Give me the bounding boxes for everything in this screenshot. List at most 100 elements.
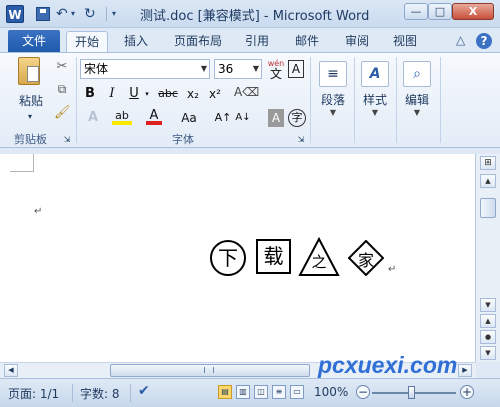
- paragraph-icon: ≡: [319, 61, 347, 87]
- font-size-value: 36: [218, 62, 234, 76]
- select-browse-object-icon[interactable]: ●: [480, 330, 496, 344]
- font-size-combo[interactable]: 36 ▼: [214, 59, 262, 79]
- page-corner-mark: [10, 154, 34, 172]
- grow-font-button[interactable]: A↑: [214, 109, 232, 127]
- group-separator: [310, 57, 311, 143]
- scroll-left-icon[interactable]: ◀: [4, 364, 18, 377]
- format-painter-icon[interactable]: 🖌: [54, 105, 71, 121]
- tab-home[interactable]: 开始: [66, 31, 108, 52]
- status-bar: 页面: 1/1 字数: 8 ✔ ▤ ▥ ◫ ≡ ▭ 100% − +: [0, 378, 500, 407]
- undo-dropdown-icon[interactable]: ▾: [71, 6, 75, 22]
- outline-view-icon[interactable]: ≡: [272, 385, 286, 399]
- full-screen-reading-view-icon[interactable]: ▥: [236, 385, 250, 399]
- ribbon: 粘贴 ▾ ✂ ⧉ 🖌 剪贴板 ⇲ 宋体 ▼ 36 ▼ wén 文 A B I U…: [0, 52, 500, 148]
- tab-references[interactable]: 引用: [240, 31, 274, 52]
- ribbon-tab-bar: 文件 开始 插入 页面布局 引用 邮件 审阅 视图 △ ?: [0, 28, 500, 52]
- character-border-icon[interactable]: A: [288, 60, 304, 78]
- enclosed-char-diamond[interactable]: 家: [348, 240, 384, 276]
- enclose-characters-icon[interactable]: 字: [288, 109, 306, 127]
- font-launcher-icon[interactable]: ⇲: [296, 132, 306, 148]
- copy-icon[interactable]: ⧉: [54, 81, 70, 97]
- next-page-icon[interactable]: ▼: [480, 346, 496, 360]
- zoom-in-button[interactable]: +: [460, 385, 474, 399]
- tab-mailings[interactable]: 邮件: [290, 31, 324, 52]
- phonetic-guide-icon[interactable]: wén 文: [266, 59, 286, 80]
- page-count[interactable]: 页面: 1/1: [8, 385, 59, 402]
- paste-button[interactable]: [12, 57, 46, 97]
- superscript-button[interactable]: x²: [206, 85, 224, 103]
- text-effects-icon[interactable]: A: [84, 109, 102, 127]
- paste-label[interactable]: 粘贴: [14, 93, 48, 109]
- underline-dropdown-icon[interactable]: ▾: [142, 85, 152, 103]
- cut-icon[interactable]: ✂: [54, 59, 70, 75]
- quick-access-separator: [106, 7, 107, 21]
- enclosed-char-triangle[interactable]: 之: [298, 237, 340, 277]
- collapse-ribbon-icon[interactable]: △: [456, 33, 465, 47]
- tab-view[interactable]: 视图: [388, 31, 422, 52]
- enclosed-char-circle[interactable]: 下: [210, 240, 246, 276]
- redo-icon[interactable]: ↻: [84, 6, 96, 22]
- help-icon[interactable]: ?: [476, 33, 492, 49]
- clipboard-icon: [18, 57, 40, 85]
- ruler-toggle-icon[interactable]: ⊞: [480, 156, 496, 170]
- previous-page-icon[interactable]: ▲: [480, 314, 496, 328]
- document-page[interactable]: ↵ 下 载 之 家 ↵: [0, 154, 476, 362]
- zoom-slider-thumb[interactable]: [408, 386, 415, 399]
- tab-insert[interactable]: 插入: [118, 31, 154, 52]
- character-shading-icon[interactable]: A: [268, 109, 284, 127]
- underline-button[interactable]: U: [126, 85, 142, 103]
- paste-dropdown-icon[interactable]: ▾: [22, 109, 38, 125]
- enclosed-char-square[interactable]: 载: [256, 239, 291, 274]
- tab-review[interactable]: 审阅: [340, 31, 374, 52]
- change-case-button[interactable]: Aa: [178, 109, 200, 127]
- highlight-icon[interactable]: ab: [112, 107, 132, 125]
- web-layout-view-icon[interactable]: ◫: [254, 385, 268, 399]
- scroll-grip: [204, 367, 214, 373]
- close-button[interactable]: X: [452, 3, 494, 20]
- paragraph-mark: ↵: [388, 264, 397, 275]
- paragraph-mark: ↵: [34, 206, 43, 217]
- chevron-down-icon[interactable]: ▼: [253, 60, 259, 78]
- scroll-up-icon[interactable]: ▲: [480, 174, 496, 188]
- styles-icon: A: [361, 61, 389, 87]
- chevron-down-icon: ▼: [413, 108, 421, 117]
- vertical-scrollbar[interactable]: ⊞ ▲ ▼ ▲ ● ▼: [476, 154, 500, 362]
- editing-button[interactable]: ⌕ 编辑 ▼: [398, 59, 436, 123]
- minimize-button[interactable]: —: [404, 3, 428, 20]
- draft-view-icon[interactable]: ▭: [290, 385, 304, 399]
- paragraph-button[interactable]: ≡ 段落 ▼: [314, 59, 352, 123]
- maximize-button[interactable]: □: [428, 3, 452, 20]
- font-name-value: 宋体: [84, 62, 109, 76]
- undo-icon[interactable]: ↶: [56, 6, 68, 22]
- scroll-down-icon[interactable]: ▼: [480, 298, 496, 312]
- font-color-icon[interactable]: A: [146, 107, 162, 125]
- tab-file[interactable]: 文件: [8, 30, 60, 52]
- clipboard-launcher-icon[interactable]: ⇲: [62, 132, 72, 148]
- print-layout-view-icon[interactable]: ▤: [218, 385, 232, 399]
- font-name-combo[interactable]: 宋体 ▼: [80, 59, 210, 79]
- enclosed-char-triangle-text: 之: [311, 253, 327, 271]
- subscript-button[interactable]: x₂: [184, 85, 202, 103]
- tab-page-layout[interactable]: 页面布局: [168, 31, 228, 52]
- styles-label: 样式: [362, 93, 387, 107]
- bold-button[interactable]: B: [82, 85, 98, 103]
- italic-button[interactable]: I: [104, 85, 120, 103]
- chevron-down-icon[interactable]: ▼: [201, 60, 207, 78]
- shrink-font-button[interactable]: A↓: [234, 109, 252, 127]
- zoom-level[interactable]: 100%: [314, 385, 348, 399]
- save-icon[interactable]: [36, 7, 50, 21]
- binoculars-icon: ⌕: [403, 61, 431, 87]
- status-separator: [72, 384, 73, 402]
- vertical-scroll-thumb[interactable]: [480, 198, 496, 218]
- styles-button[interactable]: A 样式 ▼: [356, 59, 394, 123]
- customize-quick-access-icon[interactable]: ▾: [112, 6, 116, 22]
- scroll-right-icon[interactable]: ▶: [458, 364, 472, 377]
- proofing-icon[interactable]: ✔: [138, 383, 150, 399]
- status-separator: [130, 384, 131, 402]
- zoom-out-button[interactable]: −: [356, 385, 370, 399]
- group-separator: [76, 57, 77, 143]
- clear-formatting-icon[interactable]: A⌫: [234, 83, 259, 101]
- word-app-icon[interactable]: W: [6, 5, 24, 23]
- strikethrough-button[interactable]: abc: [156, 85, 180, 103]
- word-count[interactable]: 字数: 8: [80, 385, 120, 402]
